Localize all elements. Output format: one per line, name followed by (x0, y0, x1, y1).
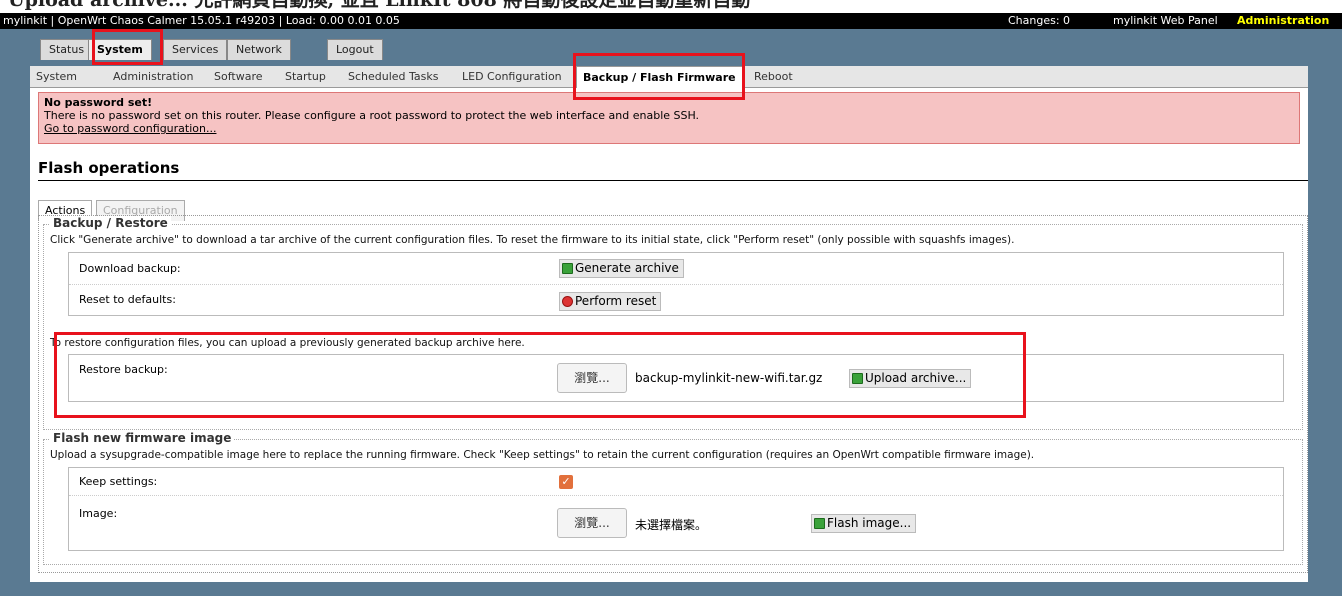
web-panel-link[interactable]: mylinkit Web Panel (1113, 13, 1218, 29)
tab-status[interactable]: Status (40, 39, 94, 60)
subtab-startup[interactable]: Startup (285, 70, 326, 83)
flash-icon (814, 518, 825, 529)
row-image: Image: 瀏覽... 未選擇檔案。 Flash image... (69, 496, 1283, 552)
keep-settings-checkbox[interactable]: ✓ (559, 475, 573, 489)
page-title: Flash operations (38, 159, 1308, 181)
tab-logout[interactable]: Logout (327, 39, 383, 60)
subtab-scheduled-tasks[interactable]: Scheduled Tasks (348, 70, 439, 83)
row-download-backup: Download backup: Generate archive (69, 253, 1283, 285)
flash-image-button[interactable]: Flash image... (811, 514, 917, 533)
flash-image-label: Flash image... (827, 516, 912, 530)
administration-link[interactable]: Administration (1237, 13, 1329, 29)
highlight-backup-subtab (573, 53, 745, 100)
alert-message: There is no password set on this router.… (44, 109, 700, 122)
generate-archive-button[interactable]: Generate archive (559, 259, 684, 278)
subtab-reboot[interactable]: Reboot (754, 70, 793, 83)
highlight-system-tab (92, 29, 163, 65)
image-file-name: 未選擇檔案。 (635, 518, 708, 532)
perform-reset-button[interactable]: Perform reset (559, 292, 662, 311)
subtab-administration[interactable]: Administration (113, 70, 194, 83)
changes-link[interactable]: Changes: 0 (1008, 13, 1070, 29)
keep-settings-label: Keep settings: (79, 475, 158, 488)
image-browse-button[interactable]: 瀏覽... (557, 508, 627, 538)
archive-icon (562, 263, 573, 274)
flash-legend: Flash new firmware image (50, 431, 235, 445)
password-config-link[interactable]: Go to password configuration... (44, 122, 216, 135)
subtab-software[interactable]: Software (214, 70, 263, 83)
tab-network[interactable]: Network (227, 39, 291, 60)
page-caption: Upload archive... 允許網頁自動換, 並且 LinkIt 808… (8, 0, 751, 11)
row-keep-settings: Keep settings: ✓ (69, 468, 1283, 496)
flash-description: Upload a sysupgrade-compatible image her… (50, 449, 1035, 461)
backup-legend: Backup / Restore (50, 216, 171, 230)
flash-firmware-section: Flash new firmware image Upload a sysupg… (43, 431, 1303, 565)
subtab-led-configuration[interactable]: LED Configuration (462, 70, 562, 83)
download-backup-label: Download backup: (79, 262, 181, 275)
system-info: mylinkit | OpenWrt Chaos Calmer 15.05.1 … (3, 14, 400, 27)
image-label: Image: (79, 507, 118, 520)
reset-icon (562, 296, 573, 307)
generate-archive-label: Generate archive (575, 261, 679, 275)
reset-defaults-label: Reset to defaults: (79, 293, 176, 306)
row-reset-defaults: Reset to defaults: Perform reset (69, 285, 1283, 317)
perform-reset-label: Perform reset (575, 294, 657, 308)
backup-rows: Download backup: Generate archive Reset … (68, 252, 1284, 316)
highlight-restore-section (54, 332, 1026, 418)
top-status-bar: mylinkit | OpenWrt Chaos Calmer 15.05.1 … (0, 13, 1342, 29)
subtab-system[interactable]: System (36, 70, 77, 83)
tab-services[interactable]: Services (163, 39, 228, 60)
backup-description: Click "Generate archive" to download a t… (50, 234, 1015, 246)
flash-rows: Keep settings: ✓ Image: 瀏覽... 未選擇檔案。 Fla… (68, 467, 1284, 551)
